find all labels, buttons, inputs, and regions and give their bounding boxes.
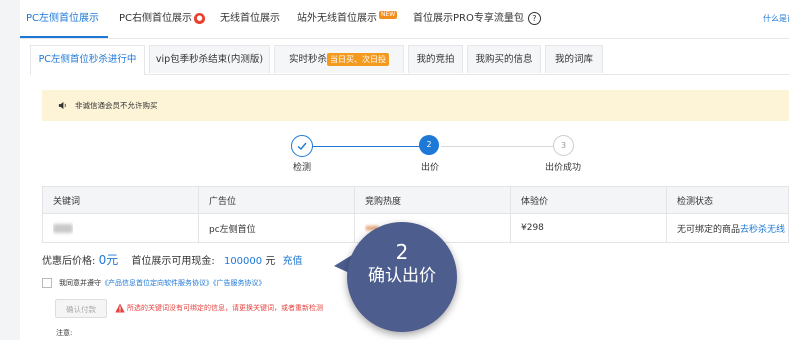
warning-text: 所选的关键词没有可绑定的信息，请更换关键词，或者重新检测 [127, 304, 323, 312]
check-icon [297, 142, 307, 150]
speaker-icon [58, 101, 66, 110]
column-divider [666, 187, 667, 213]
step-connector-pending [441, 146, 553, 147]
note-label: 注意: [56, 329, 73, 337]
fire-icon: ● [194, 12, 206, 24]
top-tab-pc-right[interactable]: PC右侧首位展示 ● [119, 0, 206, 38]
page: PC左侧首位展示 PC右侧首位展示 ● 无线首位展示 站外无线首位展示 NEW 首位… [0, 0, 789, 340]
column-divider [510, 187, 511, 213]
sub-tab-my-purchases[interactable]: 我购买的信息 [467, 45, 541, 73]
agree-checkbox[interactable] [42, 278, 52, 288]
top-tab-label: PC右侧首位展示 [119, 13, 193, 24]
col-heat: 竞购热度 [365, 196, 402, 207]
top-tab-bar: PC左侧首位展示 PC右侧首位展示 ● 无线首位展示 站外无线首位展示 NEW 首位… [20, 0, 789, 39]
confirm-payment-button[interactable]: 确认付款 [55, 299, 107, 318]
top-tab-label: 无线首位展示 [220, 13, 280, 24]
realtime-badge: 当日买、次日投 [327, 53, 389, 66]
step-3-label: 出价成功 [544, 163, 582, 173]
sub-tab-pc-left-flash[interactable]: PC左侧首位秒杀进行中 [30, 45, 145, 75]
status-cell: 无可绑定的商品 去秒杀无线 [677, 214, 785, 242]
cash-label: 首位展示可用现金: [131, 256, 215, 267]
status-text: 无可绑定的商品 [677, 224, 741, 235]
notice-text: 非诚信通会员不允许购买 [75, 101, 158, 110]
top-tab-pro-package[interactable]: 首位展示PRO专享流量包? [413, 0, 541, 38]
blurred-keyword [53, 223, 73, 233]
sub-tab-bar: PC左侧首位秒杀进行中 vip包季秒杀结束(内测版) 实时秒杀 当日买、次日投 我… [30, 45, 789, 75]
cash-value: 100000 [223, 256, 263, 267]
top-tab-pc-left[interactable]: PC左侧首位展示 [26, 0, 99, 38]
top-tab-wireless[interactable]: 无线首位展示 [220, 0, 280, 38]
step-1-label: 检测 [292, 163, 312, 173]
step-3-circle: 3 [553, 135, 574, 156]
go-flash-wireless-link[interactable]: 去秒杀无线 [740, 222, 785, 235]
keyword-cell [53, 214, 73, 242]
active-tab-underline [20, 36, 108, 38]
callout-label: 确认出价 [368, 266, 436, 286]
agreement-row: 我同意并遵守《产品信息首位定向软件服务协议》《广告服务协议》 [42, 276, 266, 290]
pricing-row: 优惠后价格: 0元 首位展示可用现金: 100000 元 充值 [42, 252, 303, 268]
top-tab-label: 站外无线首位展示 [297, 13, 377, 24]
column-divider [198, 187, 199, 213]
callout-number: 2 [395, 240, 409, 264]
column-divider [198, 214, 199, 242]
price-cell: ¥298 [521, 223, 544, 233]
top-tab-label: 首位展示PRO专享流量包 [413, 13, 524, 24]
sub-tab-realtime-flash[interactable]: 实时秒杀 当日买、次日投 [274, 45, 404, 73]
question-circle-icon[interactable]: ? [527, 11, 541, 25]
warning-triangle-icon [115, 303, 125, 313]
step-connector-done [313, 146, 425, 147]
sub-tab-label: 我的词库 [554, 54, 593, 65]
sub-tab-my-auction[interactable]: 我的竞拍 [408, 45, 463, 73]
software-agreement-link[interactable]: 《产品信息首位定向软件服务协议》 [101, 279, 213, 287]
sub-tab-label: vip包季秒杀结束(内测版) [155, 54, 264, 65]
step-2-label: 出价 [420, 163, 440, 173]
top-tab-label: PC左侧首位展示 [26, 13, 100, 24]
col-keyword: 关键词 [53, 196, 81, 207]
step-2-circle: 2 [419, 135, 439, 155]
sub-tab-label: 我的竞拍 [416, 54, 455, 65]
cash-unit: 元 [265, 256, 276, 267]
new-badge: NEW [379, 11, 398, 19]
step-1-circle [291, 135, 313, 157]
step-callout-bubble: 2 确认出价 [347, 222, 457, 332]
notice-bar: 非诚信通会员不允许购买 [42, 90, 789, 121]
top-tab-offsite-wireless[interactable]: 站外无线首位展示 NEW [297, 0, 398, 38]
column-divider [354, 187, 355, 213]
what-is-link[interactable]: 什么是首 [763, 0, 789, 38]
sub-tab-vip-flash[interactable]: vip包季秒杀结束(内测版) [149, 45, 270, 73]
discount-value: 0元 [98, 253, 119, 267]
col-price: 体验价 [521, 196, 549, 207]
ad-slot-cell: pc左侧首位 [209, 224, 256, 235]
sub-tab-label: 我购买的信息 [475, 54, 533, 65]
sub-tab-my-keywords[interactable]: 我的词库 [545, 45, 603, 73]
discount-label: 优惠后价格: [42, 256, 96, 267]
col-ad-slot: 广告位 [209, 196, 237, 207]
table-header: 关键词 广告位 竞购热度 体验价 检测状态 [42, 186, 789, 214]
ad-agreement-link[interactable]: 《广告服务协议》 [213, 279, 266, 287]
recharge-link[interactable]: 充值 [283, 256, 303, 267]
warning-message: 所选的关键词没有可绑定的信息，请更换关键词，或者重新检测 [115, 303, 323, 314]
left-edge [0, 0, 20, 340]
column-divider [666, 214, 667, 242]
col-status: 检测状态 [677, 196, 714, 207]
agree-prefix: 我同意并遵守 [59, 279, 101, 287]
column-divider [510, 214, 511, 242]
sub-tab-label: 实时秒杀 [288, 54, 327, 65]
sub-tab-label: PC左侧首位秒杀进行中 [38, 54, 137, 65]
